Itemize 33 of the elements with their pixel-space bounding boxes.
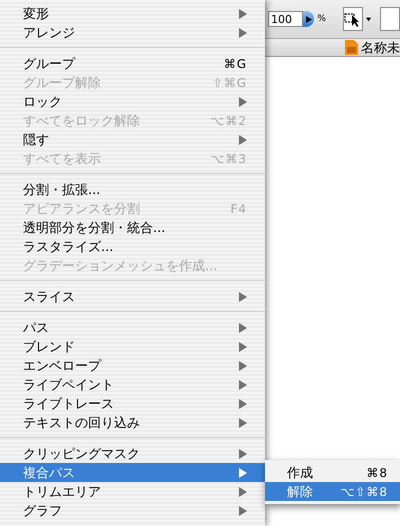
menu-item[interactable]: グループ ⌘G — [0, 54, 265, 73]
menu-item[interactable]: 透明部分を分割・統合... — [0, 218, 265, 237]
menu-item[interactable]: エンベロープ — [0, 356, 265, 375]
menu-item[interactable]: 変形 — [0, 4, 265, 23]
menu-item[interactable]: ロック — [0, 92, 265, 111]
document-file-icon — [344, 40, 358, 55]
menu-item[interactable]: ライブトレース — [0, 394, 265, 413]
opacity-field[interactable]: 100 — [268, 11, 304, 27]
play-arrow-icon — [306, 16, 312, 22]
menu-item[interactable]: 複合パス — [0, 463, 265, 482]
menu-item[interactable]: アレンジ — [0, 23, 265, 42]
submenu-arrow-icon — [239, 292, 247, 302]
toolbar-button[interactable] — [380, 7, 400, 31]
menu-item[interactable]: グラフ — [0, 501, 265, 520]
menu-item[interactable]: 隠す — [0, 130, 265, 149]
submenu-arrow-icon — [239, 96, 247, 106]
menu-item[interactable]: テキストの回り込み — [0, 413, 265, 432]
selection-tool-button[interactable] — [342, 7, 363, 31]
stepper-button[interactable] — [303, 11, 314, 27]
menu-item[interactable]: ラスタライズ... — [0, 237, 265, 256]
submenu-item[interactable]: 作成 ⌘8 — [265, 463, 400, 482]
menu-item[interactable]: ライブペイント — [0, 375, 265, 394]
menu-item[interactable]: パス — [0, 318, 265, 337]
menu-item[interactable]: 分割・拡張... — [0, 180, 265, 199]
menu-item[interactable]: クリッピングマスク — [0, 444, 265, 463]
menu-item[interactable]: スライス — [0, 287, 265, 306]
unit-label: % — [317, 14, 326, 24]
document-title: 名称未 — [361, 40, 400, 56]
menu-item[interactable]: ブレンド — [0, 337, 265, 356]
dropdown-arrow-icon[interactable] — [366, 16, 372, 22]
submenu-item[interactable]: 解除 ⌥⇧⌘8 — [265, 482, 400, 501]
submenu-arrow-icon — [239, 134, 247, 144]
menu-item[interactable]: トリムエリア — [0, 482, 265, 501]
